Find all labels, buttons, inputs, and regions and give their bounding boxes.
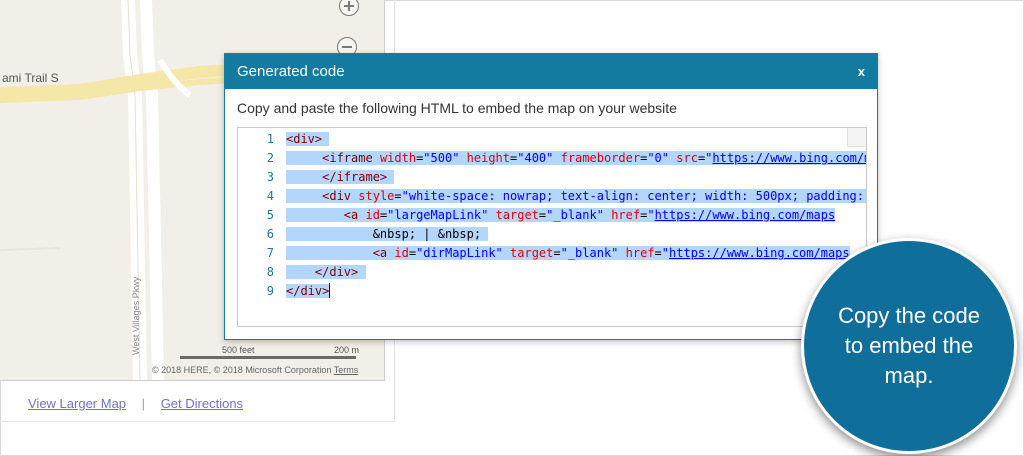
map-copyright: © 2018 HERE, © 2018 Microsoft Corporatio… <box>152 365 358 375</box>
line-number: 4 <box>266 189 274 203</box>
code-line: &nbsp; | &nbsp; <box>286 225 866 244</box>
generated-code-dialog: Generated code x Copy and paste the foll… <box>224 53 878 340</box>
map-links: View Larger Map | Get Directions <box>28 396 243 411</box>
code-line: <div style="white-space: nowrap; text-al… <box>286 187 866 206</box>
code-line: <div> <box>286 130 866 149</box>
terms-link[interactable]: Terms <box>334 365 359 375</box>
line-number: 3 <box>266 170 274 184</box>
callout-text: Copy the code to embed the map. <box>838 303 980 388</box>
code-line: <a id="dirMapLink" target="_blank" href=… <box>286 244 866 263</box>
get-directions-link[interactable]: Get Directions <box>161 396 243 411</box>
divider-horizontal <box>0 421 394 422</box>
scale-label-feet: 500 feet <box>222 345 255 355</box>
code-editor[interactable]: 1 2 3 4 5 6 7 8 9 <div> <iframe width="5… <box>237 127 867 327</box>
link-separator: | <box>141 396 146 411</box>
line-number: 8 <box>266 265 274 279</box>
scale-bar <box>180 356 356 359</box>
line-number: 7 <box>266 246 274 260</box>
line-number-gutter: 1 2 3 4 5 6 7 8 9 <box>238 130 282 301</box>
close-icon[interactable]: x <box>858 64 865 79</box>
line-number: 5 <box>266 208 274 222</box>
scroll-corner <box>847 128 866 147</box>
text-caret <box>329 283 331 298</box>
code-line: <a id="largeMapLink" target="_blank" hre… <box>286 206 866 225</box>
vertical-road-label: West Villages Pkwy <box>131 276 141 355</box>
view-larger-map-link[interactable]: View Larger Map <box>28 396 126 411</box>
line-number: 2 <box>266 151 274 165</box>
line-number: 1 <box>266 132 274 146</box>
dialog-description: Copy and paste the following HTML to emb… <box>237 100 677 116</box>
code-line: <iframe width="500" height="400" framebo… <box>286 149 866 168</box>
code-lines: <div> <iframe width="500" height="400" f… <box>286 130 866 301</box>
line-number: 6 <box>266 227 274 241</box>
line-number: 9 <box>266 284 274 298</box>
copyright-text: © 2018 HERE, © 2018 Microsoft Corporatio… <box>152 365 332 375</box>
road-label: ami Trail S <box>2 71 59 85</box>
dialog-title: Generated code <box>237 63 345 80</box>
code-line: </div> <box>286 283 331 298</box>
scale-label-meters: 200 m <box>334 345 360 355</box>
code-line: </div> <box>286 263 866 282</box>
code-line: </iframe> <box>286 168 866 187</box>
dialog-header: Generated code x <box>225 54 877 89</box>
callout-badge: Copy the code to embed the map. <box>801 238 1017 454</box>
